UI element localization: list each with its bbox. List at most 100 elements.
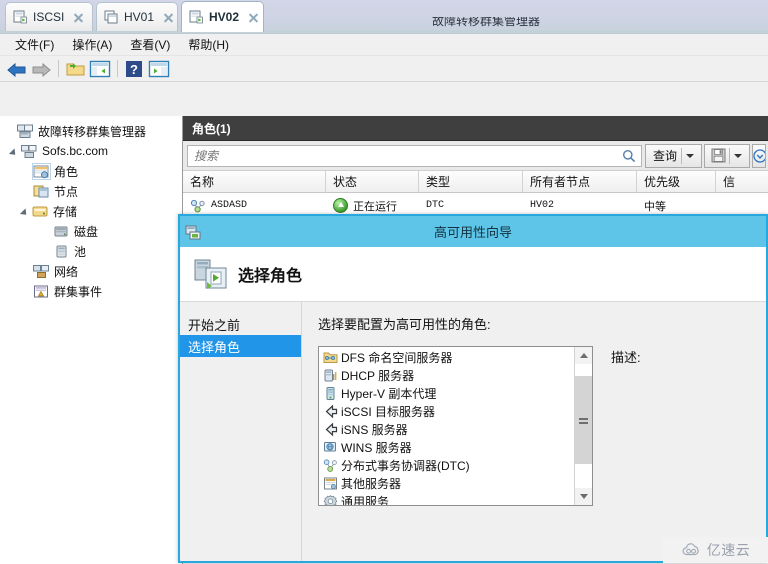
list-item[interactable]: DFS 命名空间服务器 [319, 348, 574, 366]
tab-label: HV01 [124, 10, 155, 24]
cell-name: ASDASD [183, 199, 326, 213]
wizard-step-select-role[interactable]: 选择角色 [180, 335, 301, 357]
column-header-priority[interactable]: 优先级 [637, 171, 716, 192]
description-column: 描述: [611, 346, 641, 506]
list-item[interactable]: WINS 服务器 [319, 438, 574, 456]
tree-item-failover-cluster-manager[interactable]: 故障转移群集管理器 [0, 121, 182, 141]
running-up-icon [333, 198, 348, 213]
search-box[interactable] [187, 144, 642, 167]
close-icon[interactable] [72, 11, 85, 24]
toolbar-divider [58, 60, 59, 77]
list-item-label: WINS 服务器 [341, 440, 412, 455]
tab-iscsi[interactable]: ISCSI [5, 2, 93, 31]
tree-item-disks[interactable]: 磁盘 [0, 221, 182, 241]
scrollbar-track[interactable] [575, 364, 592, 488]
cell-owner-node: HV02 [530, 200, 555, 211]
wizard-step-before-you-begin[interactable]: 开始之前 [180, 313, 301, 335]
chevron-down-icon[interactable] [734, 153, 742, 158]
menu-view[interactable]: 查看(V) [121, 34, 179, 55]
list-item[interactable]: iSCSI 目标服务器 [319, 402, 574, 420]
list-item-label: 通用服务 [341, 494, 390, 506]
roles-table-header: 名称 状态 类型 所有者节点 优先级 信 [183, 171, 768, 193]
tree-item-cluster-events[interactable]: 群集事件 [0, 281, 182, 301]
server-tab-icon [13, 10, 28, 24]
tree-item-label: 角色 [54, 164, 79, 179]
search-toolbar: 查询 [183, 141, 768, 171]
column-header-information[interactable]: 信 [716, 171, 767, 192]
list-item[interactable]: 其他服务器 [319, 474, 574, 492]
list-item[interactable]: DHCP 服务器 [319, 366, 574, 384]
svg-text:?: ? [130, 62, 138, 77]
navigation-tree[interactable]: 故障转移群集管理器 Sofs.bc.com 角色 节点 存储 磁盘 池 网络 群… [0, 116, 183, 564]
roles-pane-title: 角色(1) [192, 121, 231, 136]
cluster-events-icon [33, 284, 50, 299]
tree-expander[interactable] [19, 205, 32, 218]
list-item-label: iSNS 服务器 [341, 422, 408, 437]
storage-icon [32, 204, 49, 219]
chevron-down-icon[interactable] [575, 488, 592, 505]
tree-item-sofs-bc-com[interactable]: Sofs.bc.com [0, 141, 182, 161]
tab-strip: ISCSI HV01 HV02 [0, 0, 768, 33]
dialog-heading: 选择角色 [238, 268, 303, 285]
tree-item-label: 存储 [53, 204, 78, 219]
role-list-box[interactable]: DFS 命名空间服务器 DHCP 服务器 Hyper-V 副本代理 iSCSI … [318, 346, 593, 506]
tab-hv01[interactable]: HV01 [96, 2, 178, 31]
tab-label: HV02 [209, 10, 240, 24]
wizard-step-label: 选择角色 [188, 339, 241, 355]
save-query-button[interactable] [704, 143, 750, 168]
role-list-scrollbar[interactable] [574, 347, 592, 505]
wins-server-icon [323, 440, 338, 455]
back-arrow-icon[interactable] [4, 58, 28, 80]
menu-action[interactable]: 操作(A) [63, 34, 121, 55]
cell-priority: 中等 [644, 200, 666, 213]
help-icon[interactable]: ? [122, 58, 146, 80]
open-folder-icon[interactable] [63, 58, 87, 80]
menu-help[interactable]: 帮助(H) [179, 34, 238, 55]
tree-expander[interactable] [8, 145, 21, 158]
magnifier-icon[interactable] [617, 149, 641, 163]
dialog-body: 开始之前 选择角色 选择要配置为高可用性的角色: DFS 命名空间服务器 DHC… [180, 302, 766, 561]
tree-item-pools[interactable]: 池 [0, 241, 182, 261]
list-item[interactable]: Hyper-V 副本代理 [319, 384, 574, 402]
show-left-pane-icon[interactable] [88, 58, 112, 80]
close-icon[interactable] [162, 11, 175, 24]
cell-name-text: ASDASD [211, 200, 248, 211]
menu-file[interactable]: 文件(F) [6, 34, 63, 55]
list-item[interactable]: 通用服务 [319, 492, 574, 505]
query-button[interactable]: 查询 [644, 143, 702, 168]
tree-item-storage[interactable]: 存储 [0, 201, 182, 221]
tab-label: ISCSI [33, 10, 65, 24]
tree-expander [4, 125, 17, 138]
search-input[interactable] [188, 145, 617, 166]
tree-item-networks[interactable]: 网络 [0, 261, 182, 281]
tree-item-roles[interactable]: 角色 [0, 161, 182, 181]
more-options-button[interactable] [752, 143, 766, 168]
watermark-text: 亿速云 [706, 542, 751, 558]
chevron-up-icon[interactable] [575, 347, 592, 364]
dialog-main: 选择要配置为高可用性的角色: DFS 命名空间服务器 DHCP 服务器 Hype… [302, 302, 766, 561]
chevron-down-icon[interactable] [686, 153, 694, 158]
toolbar-divider-2 [117, 60, 118, 77]
generic-service-icon [323, 494, 338, 505]
show-action-pane-icon[interactable] [147, 58, 171, 80]
column-header-name[interactable]: 名称 [183, 171, 326, 192]
scrollbar-thumb[interactable] [575, 376, 592, 464]
wizard-step-nav: 开始之前 选择角色 [180, 302, 302, 561]
column-header-status[interactable]: 状态 [326, 171, 419, 192]
chevron-down-icon[interactable] [753, 145, 765, 167]
column-header-owner-node[interactable]: 所有者节点 [523, 171, 637, 192]
tree-item-label: 群集事件 [54, 284, 103, 299]
scroll-grip-icon [579, 418, 588, 424]
close-icon[interactable] [247, 11, 260, 24]
tab-hv02[interactable]: HV02 [181, 1, 264, 32]
list-item[interactable]: iSNS 服务器 [319, 420, 574, 438]
column-header-type[interactable]: 类型 [419, 171, 523, 192]
button-divider [681, 147, 682, 164]
tree-item-nodes[interactable]: 节点 [0, 181, 182, 201]
dtc-icon [323, 458, 338, 473]
list-item[interactable]: 分布式事务协调器(DTC) [319, 456, 574, 474]
forward-arrow-icon[interactable] [29, 58, 53, 80]
dialog-titlebar[interactable]: 高可用性向导 [180, 216, 766, 247]
high-availability-wizard-dialog: 高可用性向导 选择角色 开始之前 选择角色 选择要配置为高可用性的角色: DFS… [178, 214, 768, 563]
tree-item-label: 故障转移群集管理器 [38, 124, 147, 139]
